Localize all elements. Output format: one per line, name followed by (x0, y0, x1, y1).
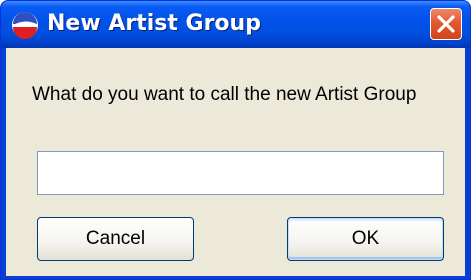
ok-button[interactable]: OK (287, 217, 444, 261)
window-title: New Artist Group (47, 11, 261, 36)
dialog-body: What do you want to call the new Artist … (6, 48, 465, 276)
prompt-label: What do you want to call the new Artist … (32, 84, 417, 105)
close-button[interactable] (430, 8, 462, 40)
close-icon (437, 15, 455, 33)
title-bar[interactable]: New Artist Group (1, 1, 470, 48)
app-icon (11, 11, 39, 39)
group-name-input[interactable] (37, 151, 444, 195)
cancel-button[interactable]: Cancel (37, 217, 194, 261)
dialog-window: New Artist Group What do you want to cal… (0, 0, 471, 280)
